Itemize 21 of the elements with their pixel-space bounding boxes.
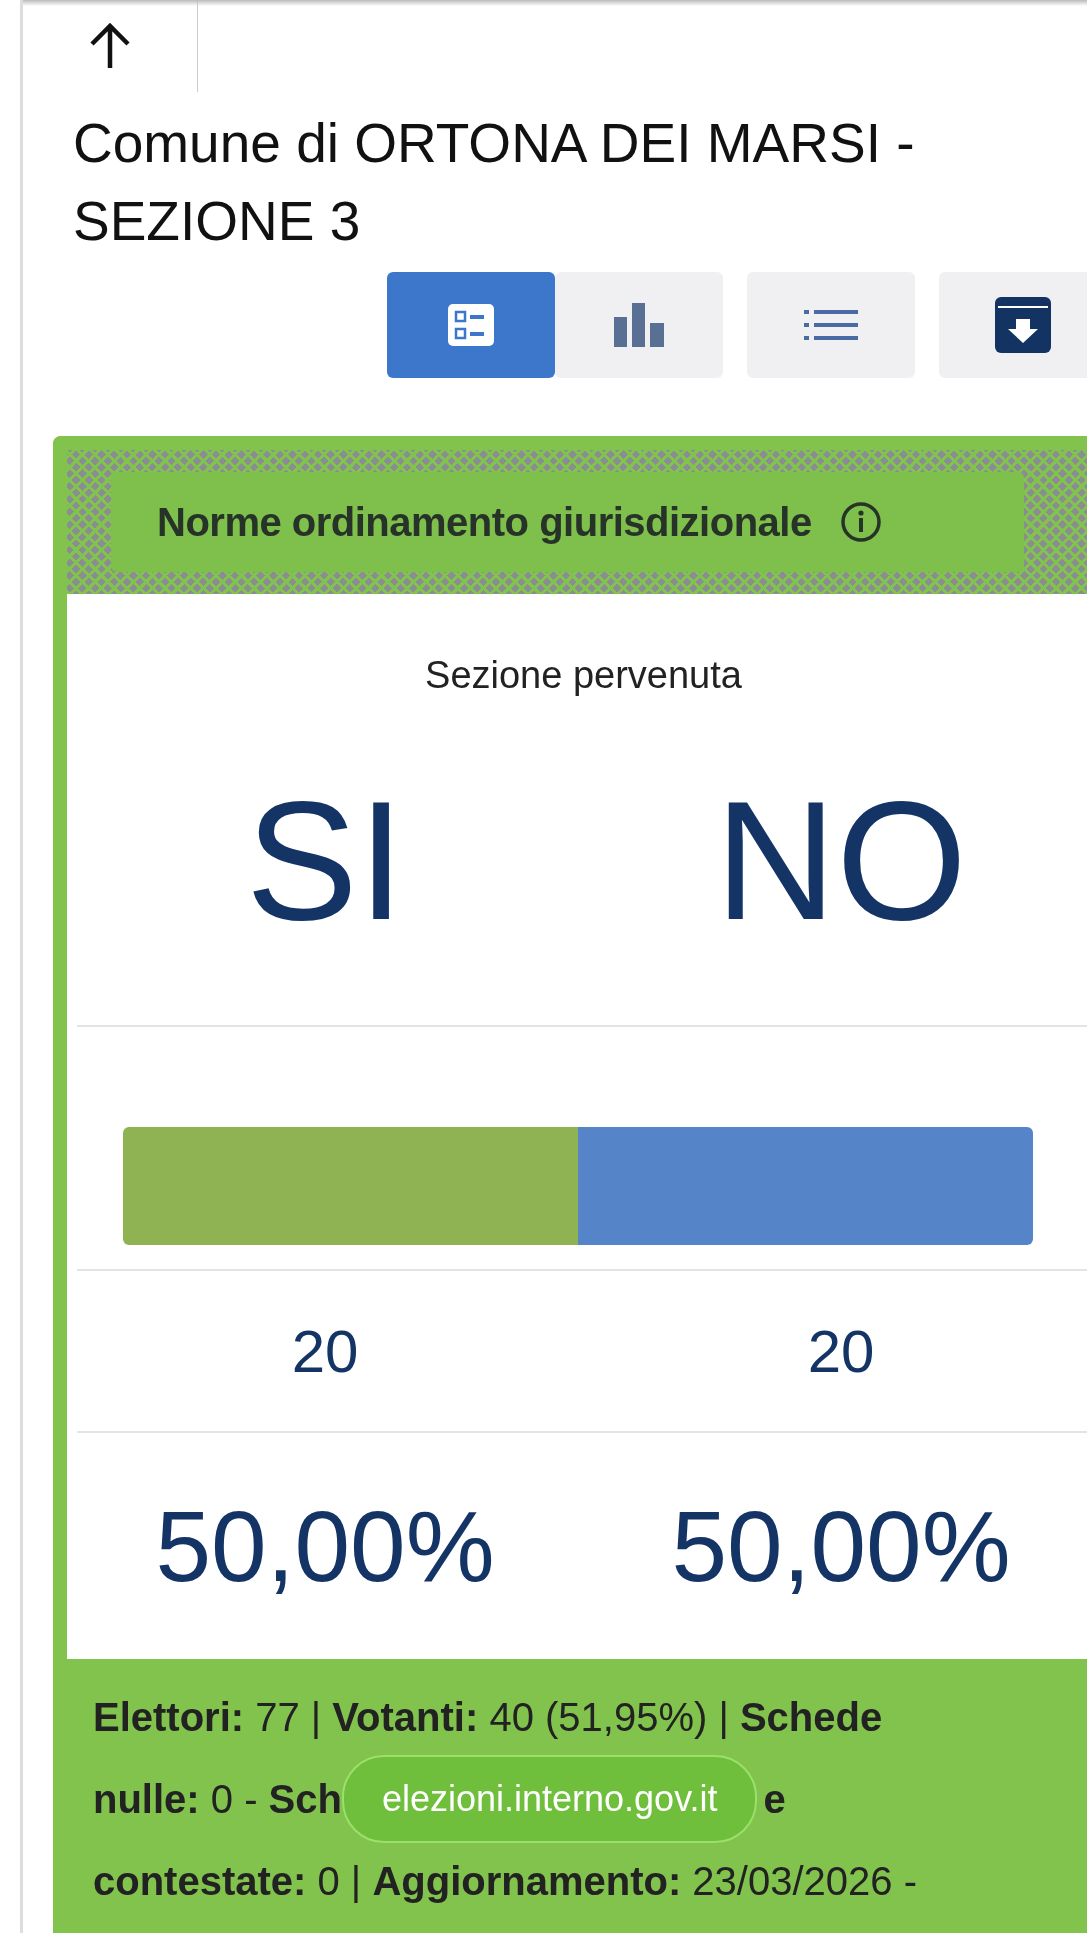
turnout-text: nulle: 0 - Sch: [93, 1776, 342, 1822]
bar-chart-icon: [614, 303, 664, 347]
vote-percentage: 50,00%: [155, 1488, 495, 1604]
checklist-icon: [448, 304, 494, 346]
vote-percentage: 50,00%: [671, 1488, 1011, 1604]
turnout-text: contestate: 0 | Aggiornamento: 23/03/2026 -: [93, 1858, 917, 1904]
view-tab[interactable]: [939, 272, 1087, 378]
archive-download-icon: [995, 297, 1051, 353]
list-icon: [804, 310, 858, 340]
turnout-text: Elettori: 77 | Votanti: 40 (51,95%) | Schede: [93, 1694, 883, 1740]
option-label: NO: [715, 777, 967, 945]
option-label: SI: [245, 777, 405, 945]
page-title: Comune di ORTONA DEI MARSI - SEZIONE 3: [73, 111, 916, 254]
section-status: Sezione pervenuta: [424, 654, 743, 697]
referendum-title: Norme ordinamento giurisdizionale: [157, 499, 812, 545]
vote-count: 20: [291, 1316, 359, 1386]
arrow-up-icon: [88, 22, 132, 70]
info-icon[interactable]: [839, 501, 882, 543]
url-toast: elezioni.interno.gov.it: [341, 1755, 758, 1843]
turnout-text: e: [763, 1776, 786, 1822]
vote-count: 20: [807, 1316, 875, 1386]
